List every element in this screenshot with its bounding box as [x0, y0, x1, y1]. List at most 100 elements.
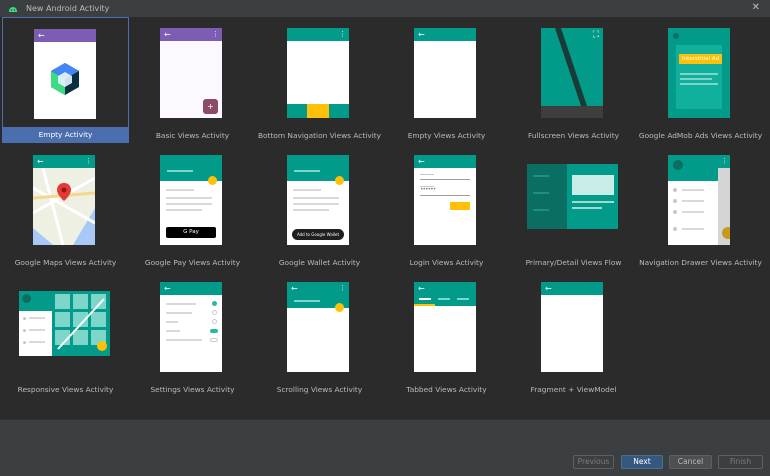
- template-google-admob-ads-views-activity[interactable]: Interstitial Ad Google AdMob Ads Views A…: [637, 17, 764, 143]
- template-login-views-activity[interactable]: ← •••••• Login Views Activity: [383, 144, 510, 270]
- previous-button[interactable]: Previous: [573, 455, 614, 469]
- menu-line: [29, 317, 45, 319]
- menu-line: [29, 341, 45, 343]
- close-icon[interactable]: ✕: [752, 2, 760, 13]
- finish-button[interactable]: Finish: [718, 455, 763, 469]
- header-with-tabs: ←: [414, 282, 476, 306]
- compose-logo-icon: [51, 63, 79, 95]
- template-label: Fragment + ViewModel: [530, 385, 617, 394]
- menu-line: [682, 228, 704, 230]
- template-bottom-navigation-views-activity[interactable]: ⋮ Bottom Navigation Views Activity: [256, 17, 383, 143]
- app-bar: ←: [541, 282, 603, 295]
- drawer-header: [668, 155, 718, 181]
- setting-line: [166, 330, 180, 332]
- phone-preview: G Pay: [160, 155, 222, 245]
- template-fullscreen-views-activity[interactable]: ⛶ Fullscreen Views Activity: [510, 17, 637, 143]
- template-label: Google Pay Views Activity: [144, 258, 241, 267]
- detail-line: [572, 201, 614, 203]
- phone-preview: Add to Google Wallet: [287, 155, 349, 245]
- ad-dot: [673, 33, 679, 39]
- list-line: [533, 175, 549, 177]
- menu-line: [29, 329, 45, 331]
- header: [19, 291, 52, 311]
- menu-line: [682, 189, 704, 191]
- tablet-preview: [19, 291, 110, 356]
- back-arrow-icon: ←: [164, 30, 171, 39]
- overflow-menu-icon: ⋮: [721, 157, 728, 165]
- google-pay-button: G Pay: [166, 227, 216, 238]
- template-label: Navigation Drawer Views Activity: [639, 258, 762, 267]
- app-bar: ←: [34, 29, 96, 42]
- template-empty-activity[interactable]: ← Empty Activity: [2, 17, 129, 143]
- password-field: ••••••: [420, 186, 436, 193]
- template-scrolling-views-activity[interactable]: ← ⋮ Scrolling Views Activity: [256, 271, 383, 397]
- fab-dot: [722, 227, 730, 239]
- back-arrow-icon: ←: [291, 284, 298, 293]
- tab-label: [438, 298, 450, 300]
- bottom-nav-selected-item: [307, 104, 329, 118]
- phone-preview: ⛶: [541, 28, 603, 118]
- list-pane: [527, 164, 567, 229]
- text-line: [166, 189, 194, 191]
- text-line: [166, 203, 212, 205]
- password-underline: [420, 195, 470, 196]
- back-arrow-icon: ←: [37, 157, 44, 166]
- menu-dot: [673, 227, 677, 231]
- template-fragment-viewmodel[interactable]: ← Fragment + ViewModel: [510, 271, 637, 397]
- fab-dot: [335, 176, 344, 185]
- template-tabbed-views-activity[interactable]: ← Tabbed Views Activity: [383, 271, 510, 397]
- diagonal-graphic: [541, 28, 603, 118]
- phone-preview: ←: [414, 28, 476, 118]
- email-field: [420, 179, 470, 180]
- back-arrow-icon: ←: [418, 30, 425, 39]
- template-basic-views-activity[interactable]: ← ⋮ + Basic Views Activity: [129, 17, 256, 143]
- template-label: Empty Activity: [3, 127, 128, 142]
- cancel-button[interactable]: Cancel: [669, 455, 712, 469]
- text-line: [294, 300, 320, 302]
- dialog-footer: Previous Next Cancel Finish: [0, 419, 770, 476]
- text-line: [167, 170, 193, 172]
- phone-preview: Interstitial Ad: [668, 28, 730, 118]
- template-primary-detail-views-flow[interactable]: Primary/Detail Views Flow: [510, 144, 637, 270]
- overflow-menu-icon: ⋮: [339, 30, 346, 38]
- back-arrow-icon: ←: [164, 284, 171, 293]
- phone-preview: ←: [34, 29, 96, 119]
- menu-dot: [673, 210, 677, 214]
- setting-switch: [210, 338, 218, 342]
- phone-preview: ← ⋮: [287, 282, 349, 372]
- menu-dot: [673, 188, 677, 192]
- template-google-maps-views-activity[interactable]: ← ⋮ Google Maps Views Activity: [2, 144, 129, 270]
- next-button[interactable]: Next: [621, 455, 663, 469]
- tab-label: [457, 298, 469, 300]
- setting-toggle: [212, 310, 217, 315]
- template-google-pay-views-activity[interactable]: G Pay Google Pay Views Activity: [129, 144, 256, 270]
- text-line: [166, 209, 202, 211]
- setting-toggle: [212, 319, 217, 324]
- setting-switch: [210, 329, 218, 333]
- template-empty-views-activity[interactable]: ← Empty Views Activity: [383, 17, 510, 143]
- template-navigation-drawer-views-activity[interactable]: ⋮ Navigation Drawer Views Activity: [637, 144, 764, 270]
- template-settings-views-activity[interactable]: ← Settings Views Activity: [129, 271, 256, 397]
- template-label: Tabbed Views Activity: [406, 385, 487, 394]
- template-label: Responsive Views Activity: [17, 385, 114, 394]
- template-label: Empty Views Activity: [407, 131, 486, 140]
- template-label: Scrolling Views Activity: [276, 385, 363, 394]
- phone-preview: ← ⋮: [33, 155, 95, 245]
- template-responsive-views-activity[interactable]: Responsive Views Activity: [2, 271, 129, 397]
- text-line: [294, 170, 320, 172]
- back-arrow-icon: ←: [38, 31, 45, 40]
- menu-dot: [23, 329, 26, 332]
- back-arrow-icon: ←: [418, 157, 425, 166]
- add-to-wallet-button: Add to Google Wallet: [292, 229, 344, 240]
- template-label: Fullscreen Views Activity: [528, 131, 619, 140]
- text-line: [680, 83, 718, 85]
- ad-card: Interstitial Ad: [676, 45, 722, 109]
- detail-image: [572, 175, 614, 195]
- template-label: Settings Views Activity: [150, 385, 235, 394]
- overflow-menu-icon: ⋮: [339, 284, 346, 292]
- menu-line: [682, 211, 704, 213]
- phone-preview: ← ⋮ +: [160, 28, 222, 118]
- list-line: [533, 209, 549, 211]
- fab-add-icon: +: [203, 99, 218, 114]
- template-google-wallet-activity[interactable]: Add to Google Wallet Google Wallet Activ…: [256, 144, 383, 270]
